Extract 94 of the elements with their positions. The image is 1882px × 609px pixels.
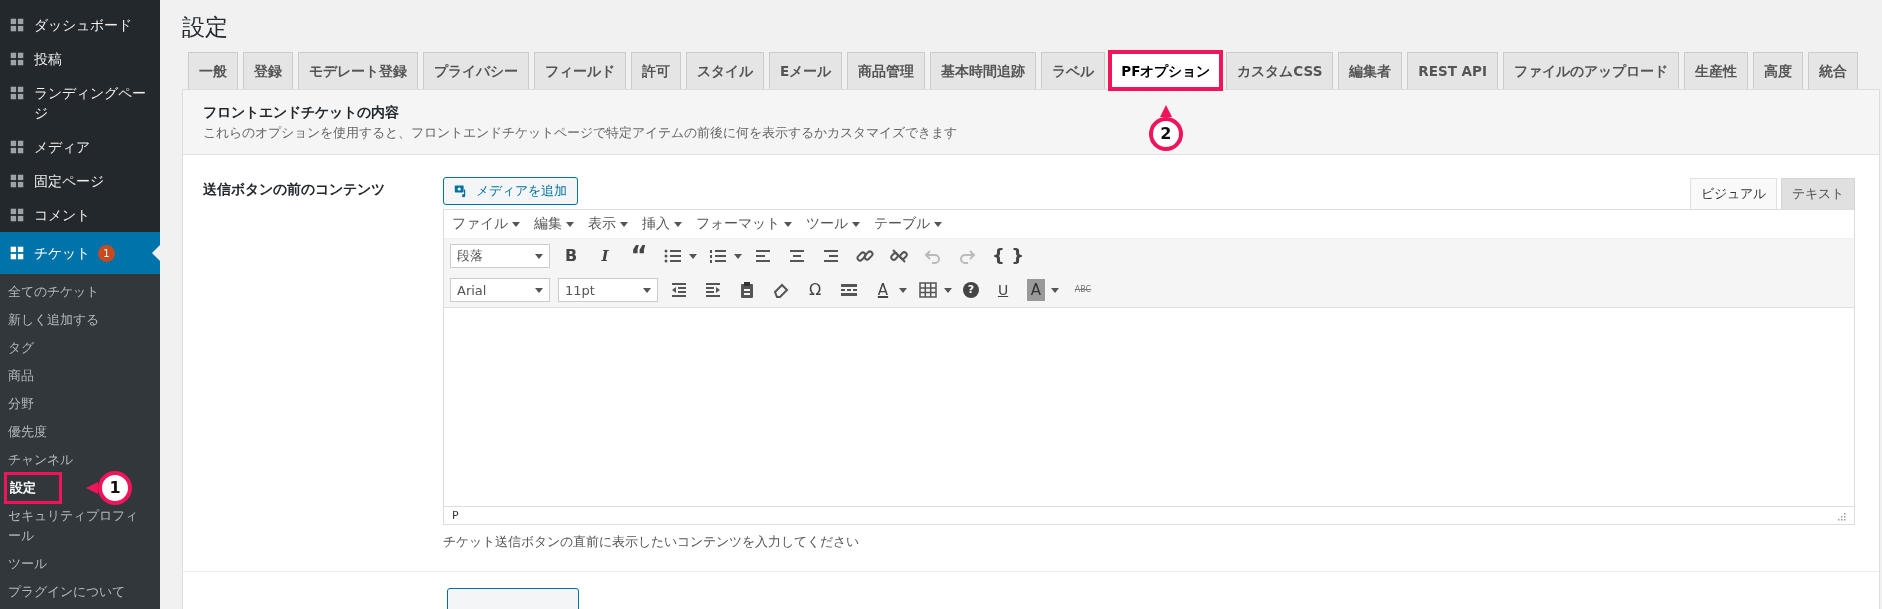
- submenu-item[interactable]: チャンネル: [0, 446, 160, 474]
- submenu-item[interactable]: 新しく追加する: [0, 306, 160, 334]
- settings-tab[interactable]: ファイルのアップロード: [1503, 52, 1679, 89]
- menu-icon: [8, 244, 26, 262]
- menu-icon: [8, 16, 26, 34]
- bold-button[interactable]: B: [561, 245, 581, 267]
- caret-icon: [674, 221, 682, 227]
- section-description: これらのオプションを使用すると、フロントエンドチケットページで特定アイテムの前後に何を表示するかカスタマイズできます: [203, 124, 957, 142]
- italic-button[interactable]: I: [595, 245, 615, 267]
- settings-tab[interactable]: 一般: [188, 52, 238, 89]
- editor-menu[interactable]: ツール: [806, 215, 860, 233]
- page-title: 設定: [182, 13, 229, 42]
- section-title: フロントエンドチケットの内容: [203, 103, 399, 122]
- settings-tab[interactable]: 生産性: [1684, 52, 1748, 89]
- background-color-button[interactable]: A: [1027, 279, 1045, 301]
- pointer-icon: [1159, 105, 1172, 117]
- editor-menu[interactable]: テーブル: [874, 215, 942, 233]
- caret-icon[interactable]: [1051, 287, 1059, 293]
- sidebar-item[interactable]: チケット 1: [0, 232, 160, 274]
- pointer-icon: [86, 482, 98, 494]
- caret-icon[interactable]: [899, 287, 907, 293]
- format-select[interactable]: 段落: [450, 244, 550, 268]
- menu-icon: [8, 172, 26, 190]
- sidebar-item[interactable]: ダッシュボード: [0, 8, 160, 42]
- settings-tab[interactable]: 登録: [243, 52, 293, 89]
- caret-icon[interactable]: [689, 253, 697, 259]
- caret-icon: [535, 253, 543, 259]
- sidebar-item[interactable]: ランディングページ: [0, 76, 160, 130]
- submenu-item[interactable]: 分野: [0, 390, 160, 418]
- caret-icon: [643, 287, 651, 293]
- settings-tab[interactable]: プライバシー: [423, 52, 529, 89]
- editor-menu[interactable]: 編集: [534, 215, 574, 233]
- menu-icon: [8, 50, 26, 68]
- editor-mode-tab[interactable]: テキスト: [1781, 178, 1855, 209]
- submenu-item[interactable]: 設定 1: [0, 474, 160, 502]
- caret-icon: [535, 287, 543, 293]
- caret-icon: [620, 221, 628, 227]
- menu-icon: [8, 206, 26, 224]
- settings-tab[interactable]: 編集者: [1338, 52, 1403, 89]
- special-character-button[interactable]: Ω: [805, 279, 825, 301]
- underline-button[interactable]: U: [993, 279, 1013, 301]
- field-help-text: チケット送信ボタンの直前に表示したいコンテンツを入力してください: [443, 533, 860, 551]
- table-icon[interactable]: [918, 280, 938, 300]
- caret-icon[interactable]: [944, 287, 952, 293]
- settings-tab[interactable]: 商品管理: [847, 52, 926, 89]
- outdent-icon[interactable]: [669, 280, 689, 300]
- strikethrough-button[interactable]: ABC: [1070, 279, 1096, 301]
- field-label: 送信ボタンの前のコンテンツ: [203, 180, 386, 199]
- settings-tab[interactable]: カスタムCSS: [1226, 52, 1334, 89]
- editor-mode-tab[interactable]: ビジュアル: [1690, 178, 1777, 209]
- settings-tab[interactable]: Eメール: [769, 52, 843, 89]
- settings-tab[interactable]: 高度: [1753, 52, 1803, 89]
- indent-icon[interactable]: [703, 280, 723, 300]
- add-media-button[interactable]: メディアを追加: [443, 177, 578, 205]
- submenu-item[interactable]: ツール: [0, 550, 160, 578]
- editor-menu[interactable]: フォーマット: [696, 215, 792, 233]
- sidebar-item[interactable]: 固定ページ: [0, 164, 160, 198]
- caret-icon: [512, 221, 520, 227]
- submenu-item[interactable]: タグ: [0, 334, 160, 362]
- text-color-button[interactable]: A: [873, 279, 893, 301]
- blockquote-button[interactable]: “: [629, 245, 649, 267]
- settings-tab[interactable]: モデレート登録: [298, 52, 418, 89]
- caret-icon: [566, 221, 574, 227]
- resize-handle-icon[interactable]: [1836, 510, 1846, 521]
- submenu-item[interactable]: 全てのチケット: [0, 278, 160, 306]
- caret-icon[interactable]: [734, 253, 742, 259]
- help-button[interactable]: ?: [963, 282, 979, 298]
- settings-tab[interactable]: スタイル: [686, 52, 764, 89]
- submenu-item[interactable]: プラグインについて: [0, 578, 160, 606]
- code-button[interactable]: { }: [991, 245, 1025, 267]
- caret-icon: [934, 221, 942, 227]
- editor-menu[interactable]: ファイル: [452, 215, 520, 233]
- settings-tab[interactable]: 基本時間追跡: [930, 52, 1037, 89]
- settings-tab[interactable]: REST API: [1407, 52, 1498, 89]
- submenu-item[interactable]: セキュリティプロフィール: [0, 502, 160, 550]
- editor-menu[interactable]: 表示: [588, 215, 628, 233]
- menu-icon: [8, 138, 26, 156]
- element-path: P: [452, 509, 459, 522]
- settings-tab[interactable]: 統合: [1808, 52, 1858, 89]
- settings-tab[interactable]: フィールド: [534, 52, 626, 89]
- submenu-item[interactable]: 商品: [0, 362, 160, 390]
- sidebar-item[interactable]: コメント: [0, 198, 160, 232]
- sidebar-item[interactable]: 投稿: [0, 42, 160, 76]
- editor-menu[interactable]: 挿入: [642, 215, 682, 233]
- count-badge: 1: [98, 245, 115, 262]
- caret-icon: [784, 221, 792, 227]
- font-select[interactable]: Arial: [450, 278, 550, 302]
- sidebar-item[interactable]: メディア: [0, 130, 160, 164]
- caret-icon: [852, 221, 860, 227]
- font-size-select[interactable]: 11pt: [558, 278, 658, 302]
- settings-tab[interactable]: 許可: [631, 52, 681, 89]
- menu-icon: [8, 84, 26, 102]
- submenu-item[interactable]: 優先度: [0, 418, 160, 446]
- settings-tab[interactable]: ラベル: [1041, 52, 1106, 89]
